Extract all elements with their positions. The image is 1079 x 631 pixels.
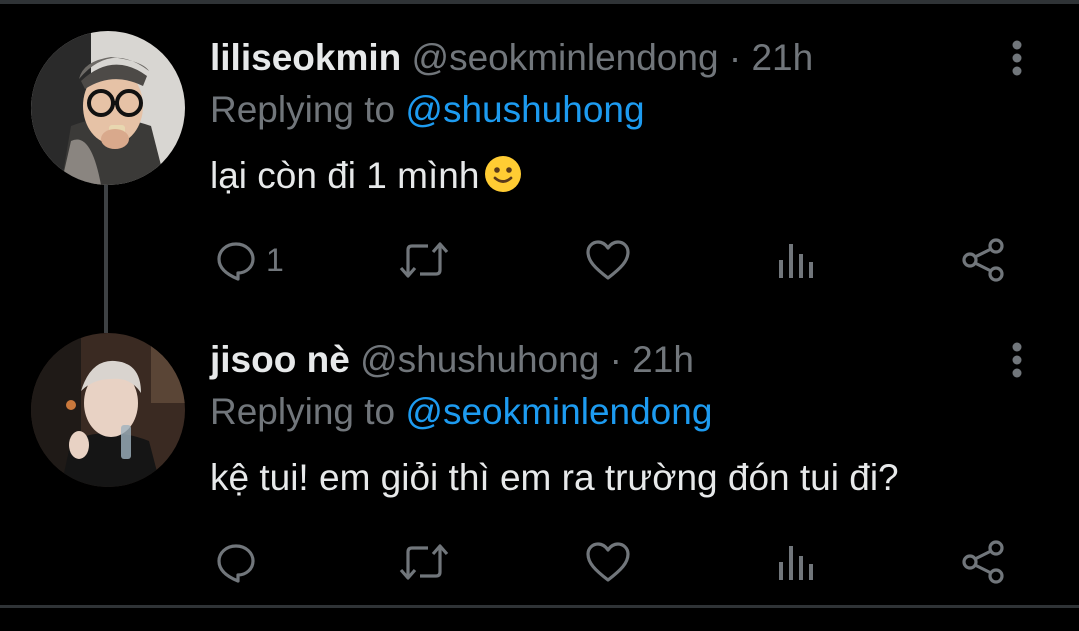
slightly-smiling-face-icon (485, 156, 522, 193)
reply-button[interactable] (214, 537, 266, 587)
analytics-button[interactable] (776, 537, 816, 587)
more-options-icon[interactable] (1004, 36, 1030, 80)
display-name[interactable]: liliseokmin (210, 37, 401, 78)
share-button[interactable] (960, 537, 1006, 587)
share-icon (962, 540, 1004, 584)
top-divider (0, 0, 1079, 4)
retweet-icon (399, 544, 449, 580)
retweet-button[interactable] (398, 235, 450, 285)
user-handle[interactable]: @shushuhong (360, 339, 599, 380)
reply-icon (217, 544, 255, 583)
tweet-body: lại còn đi 1 mình (210, 155, 480, 196)
timestamp[interactable]: 21h (632, 339, 694, 380)
share-icon (962, 238, 1004, 282)
bottom-divider (0, 605, 1079, 608)
replying-to-line: Replying to @shushuhong (210, 88, 645, 132)
heart-icon (586, 240, 630, 280)
retweet-button[interactable] (398, 537, 450, 587)
reply-button[interactable]: 1 (214, 235, 284, 285)
analytics-icon (779, 244, 813, 278)
replying-to-mention[interactable]: @shushuhong (405, 89, 644, 130)
like-button[interactable] (585, 537, 631, 587)
reply-count: 1 (266, 241, 284, 278)
analytics-icon (779, 546, 813, 580)
tweet-actions (0, 537, 1079, 587)
avatar[interactable] (31, 333, 185, 487)
replying-to-mention[interactable]: @seokminlendong (405, 391, 712, 432)
analytics-button[interactable] (776, 235, 816, 285)
tweet-header: jisoo nè @shushuhong · 21h (210, 338, 694, 382)
share-button[interactable] (960, 235, 1006, 285)
separator-dot: · (728, 37, 742, 78)
user-handle[interactable]: @seokminlendong (412, 37, 719, 78)
tweet-actions: 1 (0, 235, 1079, 285)
heart-icon (586, 542, 630, 582)
replying-to-label: Replying to (210, 391, 396, 432)
tweet-header: liliseokmin @seokminlendong · 21h (210, 36, 813, 80)
tweet-body: kệ tui! em giỏi thì em ra trường đón tui… (210, 457, 899, 498)
like-button[interactable] (585, 235, 631, 285)
tweet-text: kệ tui! em giỏi thì em ra trường đón tui… (210, 456, 899, 500)
replying-to-line: Replying to @seokminlendong (210, 390, 712, 434)
timestamp[interactable]: 21h (751, 37, 813, 78)
avatar[interactable] (31, 31, 185, 185)
replying-to-label: Replying to (210, 89, 396, 130)
display-name[interactable]: jisoo nè (210, 339, 350, 380)
separator-dot: · (609, 339, 622, 380)
tweet-text: lại còn đi 1 mình (210, 154, 523, 198)
reply-icon (217, 242, 255, 281)
retweet-icon (399, 242, 449, 278)
more-options-icon[interactable] (1004, 338, 1030, 382)
